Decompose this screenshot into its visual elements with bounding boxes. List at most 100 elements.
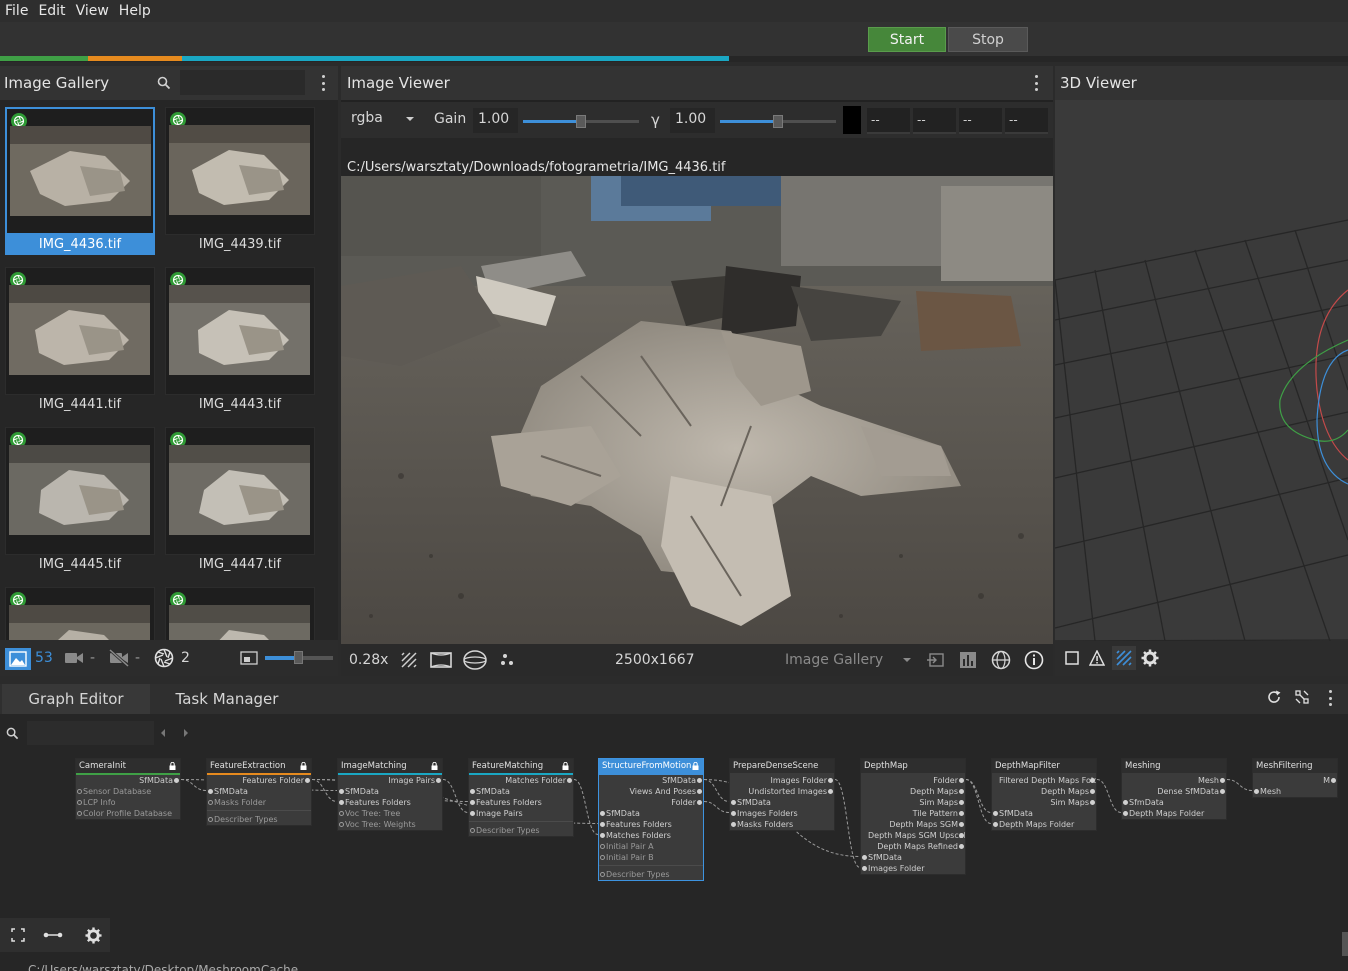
- port-dot[interactable]: [339, 789, 344, 794]
- chevron-right-icon[interactable]: [183, 728, 189, 738]
- input-port[interactable]: Voc Tree: Weights: [338, 819, 442, 830]
- input-port[interactable]: Voc Tree: Tree: [338, 808, 442, 819]
- output-port[interactable]: Tile Pattern: [861, 808, 965, 819]
- port-dot[interactable]: [959, 800, 964, 805]
- port-dot[interactable]: [731, 811, 736, 816]
- input-port[interactable]: Features Folders: [469, 797, 573, 808]
- input-port[interactable]: Describer Types: [599, 869, 703, 880]
- port-dot[interactable]: [697, 778, 702, 783]
- image-source-select[interactable]: Image Gallery: [785, 652, 883, 668]
- menu-view[interactable]: View: [71, 3, 114, 19]
- port-dot[interactable]: [993, 811, 998, 816]
- gallery-thumbnail[interactable]: [165, 587, 315, 640]
- import-icon[interactable]: [926, 652, 944, 668]
- gear-icon[interactable]: [85, 927, 102, 944]
- graph-node[interactable]: MeshFiltering M Mesh: [1252, 758, 1338, 798]
- input-port[interactable]: SfMData: [207, 786, 311, 797]
- chevron-down-icon[interactable]: [405, 116, 415, 122]
- input-port[interactable]: Masks Folder: [207, 797, 311, 808]
- output-port[interactable]: SfMData: [76, 775, 180, 786]
- camera-icon[interactable]: [64, 651, 84, 665]
- port-dot[interactable]: [862, 855, 867, 860]
- port-dot[interactable]: [208, 800, 213, 805]
- input-port[interactable]: Image Pairs: [469, 808, 573, 819]
- viewer-photo[interactable]: [341, 176, 1053, 644]
- input-port[interactable]: SfMData: [730, 797, 834, 808]
- graph-node[interactable]: PrepareDenseScene Images Folder Undistorte…: [729, 758, 835, 831]
- gain-slider[interactable]: [523, 115, 639, 128]
- input-port[interactable]: SfMData: [469, 786, 573, 797]
- connections-icon[interactable]: [43, 932, 63, 938]
- output-port[interactable]: Views And Poses: [599, 786, 703, 797]
- port-dot[interactable]: [600, 855, 605, 860]
- port-dot[interactable]: [600, 811, 605, 816]
- port-dot[interactable]: [1090, 789, 1095, 794]
- port-dot[interactable]: [339, 822, 344, 827]
- port-dot[interactable]: [339, 811, 344, 816]
- gain-input[interactable]: 1.00: [473, 108, 518, 133]
- port-dot[interactable]: [959, 811, 964, 816]
- output-port[interactable]: SfMData: [599, 775, 703, 786]
- port-dot[interactable]: [174, 778, 179, 783]
- histogram-icon[interactable]: [959, 651, 977, 669]
- output-port[interactable]: Folder: [861, 775, 965, 786]
- output-port[interactable]: Mesh: [1122, 775, 1226, 786]
- frame-icon[interactable]: [429, 651, 453, 669]
- port-dot[interactable]: [959, 789, 964, 794]
- 3d-grid-canvas[interactable]: [1055, 100, 1348, 641]
- globe-icon[interactable]: [991, 650, 1011, 670]
- gallery-thumbnail[interactable]: IMG_4445.tif: [5, 427, 155, 577]
- port-dot[interactable]: [1090, 800, 1095, 805]
- start-button[interactable]: Start: [868, 27, 946, 52]
- port-dot[interactable]: [600, 844, 605, 849]
- port-dot[interactable]: [77, 800, 82, 805]
- output-port[interactable]: Sim Maps: [992, 797, 1096, 808]
- hatch-icon[interactable]: [401, 652, 417, 668]
- output-port[interactable]: Images Folder: [730, 775, 834, 786]
- port-dot[interactable]: [470, 789, 475, 794]
- output-port[interactable]: Depth Maps: [861, 786, 965, 797]
- input-port[interactable]: Masks Folders: [730, 819, 834, 830]
- warning-icon[interactable]: [1089, 650, 1105, 666]
- input-port[interactable]: Initial Pair B: [599, 852, 703, 863]
- fit-view-icon[interactable]: [11, 928, 25, 942]
- port-dot[interactable]: [697, 800, 702, 805]
- port-dot[interactable]: [1090, 778, 1095, 783]
- gallery-menu-icon[interactable]: [318, 75, 328, 91]
- port-dot[interactable]: [470, 828, 475, 833]
- thumbnail-size-icon[interactable]: [240, 651, 258, 665]
- output-port[interactable]: Matches Folder: [469, 775, 573, 786]
- input-port[interactable]: LCP Info: [76, 797, 180, 808]
- output-port[interactable]: Depth Maps Refined: [861, 841, 965, 852]
- port-dot[interactable]: [959, 844, 964, 849]
- port-dot[interactable]: [470, 811, 475, 816]
- port-dot[interactable]: [470, 800, 475, 805]
- menu-file[interactable]: File: [0, 3, 33, 19]
- input-port[interactable]: Images Folders: [730, 808, 834, 819]
- gallery-search-input[interactable]: [180, 70, 305, 95]
- port-dot[interactable]: [731, 800, 736, 805]
- input-port[interactable]: SfMData: [861, 852, 965, 863]
- port-dot[interactable]: [959, 822, 964, 827]
- search-icon[interactable]: [157, 76, 171, 90]
- gallery-thumbnail[interactable]: IMG_4436.tif: [5, 107, 155, 257]
- input-port[interactable]: SfMData: [599, 808, 703, 819]
- hatch-icon[interactable]: [1112, 646, 1136, 670]
- input-port[interactable]: Features Folders: [338, 797, 442, 808]
- output-port[interactable]: Undistorted Images: [730, 786, 834, 797]
- square-icon[interactable]: [1065, 651, 1079, 665]
- port-dot[interactable]: [828, 778, 833, 783]
- port-dot[interactable]: [600, 822, 605, 827]
- output-port[interactable]: Dense SfMData: [1122, 786, 1226, 797]
- output-port[interactable]: Filtered Depth Maps Folder: [992, 775, 1096, 786]
- input-port[interactable]: Matches Folders: [599, 830, 703, 841]
- menu-help[interactable]: Help: [114, 3, 156, 19]
- graph-node[interactable]: DepthMap Folder Depth Maps Sim Maps Tile Pat…: [860, 758, 966, 875]
- input-port[interactable]: Initial Pair A: [599, 841, 703, 852]
- output-port[interactable]: Depth Maps: [992, 786, 1096, 797]
- graph-canvas[interactable]: CameraInit SfMData Sensor Database LCP Info…: [0, 746, 1340, 946]
- port-dot[interactable]: [1331, 778, 1336, 783]
- input-port[interactable]: Images Folder: [861, 863, 965, 874]
- graph-node[interactable]: DepthMapFilter Filtered Depth Maps Folder…: [991, 758, 1097, 831]
- port-dot[interactable]: [600, 833, 605, 838]
